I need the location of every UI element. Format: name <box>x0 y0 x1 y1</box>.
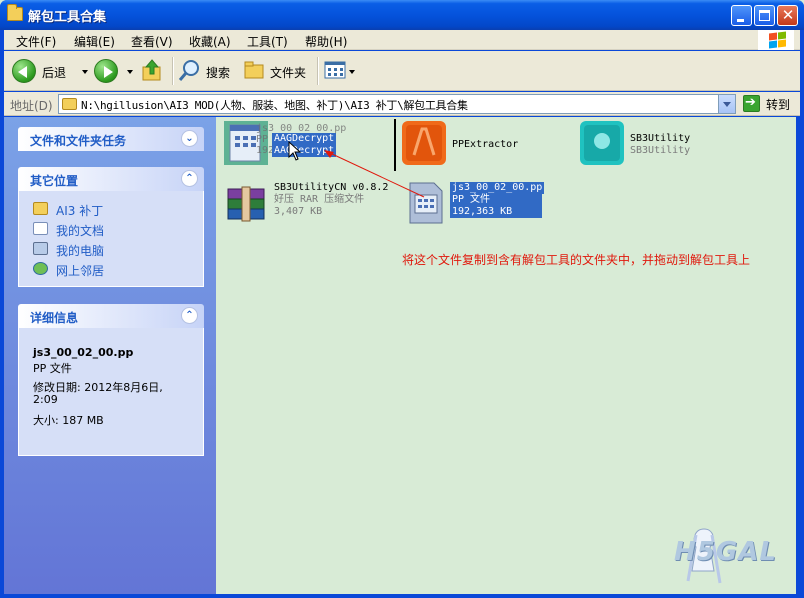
window-title: 解包工具合集 <box>28 10 107 25</box>
forward-icon[interactable] <box>94 59 118 83</box>
address-dropdown-icon[interactable] <box>718 95 735 113</box>
address-bar: 地址(D) N:\hgillusion\AI3 MOD(人物、服装、地图、补丁)… <box>4 92 800 116</box>
task-pane: 文件和文件夹任务 ⌄ 其它位置 ⌃ AI3 补丁 我的文档 我的电脑 网上邻居 … <box>4 117 216 594</box>
collapse-chevron-icon[interactable]: ⌃ <box>181 307 198 324</box>
file-name[interactable]: SB3Utility <box>630 133 690 145</box>
place-my-documents[interactable]: 我的文档 <box>19 219 203 239</box>
file-desc: SB3Utility <box>630 145 691 156</box>
place-label[interactable]: 我的文档 <box>56 222 104 239</box>
rar-archive-icon <box>227 186 265 222</box>
minimize-button[interactable] <box>731 5 752 26</box>
other-places-panel: 其它位置 ⌃ AI3 补丁 我的文档 我的电脑 网上邻居 <box>18 167 204 287</box>
details-size: 大小: 187 MB <box>33 414 104 427</box>
tasks-panel-header[interactable]: 文件和文件夹任务 ⌄ <box>18 127 204 151</box>
details-time: 2:09 <box>33 393 58 406</box>
folders-icon[interactable] <box>244 61 266 79</box>
address-input[interactable]: N:\hgillusion\AI3 MOD(人物、服装、地图、补丁)\AI3 补… <box>58 94 736 114</box>
collapse-chevron-icon[interactable]: ⌃ <box>181 170 198 187</box>
place-label[interactable]: AI3 补丁 <box>56 202 103 219</box>
place-my-computer[interactable]: 我的电脑 <box>19 239 203 259</box>
place-label[interactable]: 网上邻居 <box>56 262 104 279</box>
address-path[interactable]: N:\hgillusion\AI3 MOD(人物、服装、地图、补丁)\AI3 补… <box>81 97 468 113</box>
instruction-note: 将这个文件复制到含有解包工具的文件夹中，并拖动到解包工具上 <box>402 253 751 267</box>
menu-edit[interactable]: 编辑(E) <box>74 33 115 50</box>
search-icon[interactable] <box>178 58 202 82</box>
other-places-body: AI3 补丁 我的文档 我的电脑 网上邻居 <box>18 191 204 287</box>
my-computer-icon <box>33 242 48 255</box>
file-view[interactable]: js3_00_02_00.pp PP 文件 192,363 KB AAGDecr… <box>216 117 796 594</box>
other-places-header[interactable]: 其它位置 ⌃ <box>18 167 204 191</box>
place-network[interactable]: 网上邻居 <box>19 259 203 279</box>
search-button-label[interactable]: 搜索 <box>206 64 230 81</box>
back-icon[interactable] <box>12 59 36 83</box>
go-arrow-icon[interactable] <box>743 95 760 112</box>
details-title: 详细信息 <box>30 311 79 325</box>
forward-dropdown-icon[interactable] <box>127 70 133 74</box>
menu-bar: 文件(F) 编辑(E) 查看(V) 收藏(A) 工具(T) 帮助(H) <box>4 30 800 50</box>
title-bar[interactable]: 解包工具合集 ✕ <box>0 0 804 30</box>
menu-view[interactable]: 查看(V) <box>131 33 173 50</box>
folder-icon <box>33 202 48 215</box>
sb3utility-icon <box>580 121 624 165</box>
toolbar: 后退 搜索 文件夹 <box>4 51 800 91</box>
window-border-bottom <box>0 594 804 598</box>
details-body: js3_00_02_00.pp PP 文件 修改日期: 2012年8月6日, 2… <box>18 328 204 456</box>
views-icon[interactable] <box>324 61 346 79</box>
cursor-icon <box>288 141 302 161</box>
go-button-label[interactable]: 转到 <box>766 96 790 113</box>
menu-file[interactable]: 文件(F) <box>16 33 56 50</box>
file-type: PP 文件 <box>450 194 542 206</box>
close-button[interactable]: ✕ <box>777 5 798 26</box>
details-panel: 详细信息 ⌃ js3_00_02_00.pp PP 文件 修改日期: 2012年… <box>18 304 204 456</box>
back-button-label[interactable]: 后退 <box>42 64 66 81</box>
file-name[interactable]: PPExtractor <box>452 139 518 151</box>
details-file-type: PP 文件 <box>33 362 72 375</box>
windows-logo-icon <box>758 30 794 50</box>
drag-arrow-icon <box>324 150 425 198</box>
tasks-panel: 文件和文件夹任务 ⌄ <box>18 127 204 151</box>
folder-icon <box>7 4 23 21</box>
menu-tools[interactable]: 工具(T) <box>247 33 288 50</box>
details-header[interactable]: 详细信息 ⌃ <box>18 304 204 328</box>
place-ai3-patch[interactable]: AI3 补丁 <box>19 199 203 219</box>
address-label: 地址(D) <box>10 99 53 113</box>
other-places-title: 其它位置 <box>30 174 79 188</box>
maximize-button[interactable] <box>754 5 775 26</box>
file-size: 3,407 KB <box>274 206 323 217</box>
views-dropdown-icon[interactable] <box>349 70 355 74</box>
menu-help[interactable]: 帮助(H) <box>305 33 347 50</box>
expand-chevron-icon[interactable]: ⌄ <box>181 130 198 147</box>
file-name[interactable]: js3_00_02_00.pp <box>450 182 545 194</box>
file-name[interactable]: AAGDecrypt <box>272 133 337 145</box>
folder-icon <box>62 98 77 110</box>
my-documents-icon <box>33 222 48 235</box>
file-size: 192,363 KB <box>450 206 542 218</box>
tasks-panel-title: 文件和文件夹任务 <box>30 134 127 148</box>
details-file-name: js3_00_02_00.pp <box>33 346 134 359</box>
close-icon: ✕ <box>781 6 795 24</box>
site-watermark: H5GAL <box>674 537 777 567</box>
minimize-icon <box>737 19 744 22</box>
network-icon <box>33 262 48 275</box>
back-dropdown-icon[interactable] <box>82 70 88 74</box>
folders-button-label[interactable]: 文件夹 <box>270 64 306 81</box>
up-folder-icon[interactable] <box>142 58 162 82</box>
menu-favorites[interactable]: 收藏(A) <box>189 33 231 50</box>
maximize-icon <box>759 10 770 21</box>
place-label[interactable]: 我的电脑 <box>56 242 104 259</box>
file-item-sb3utility[interactable]: SB3Utility SB3Utility <box>578 117 748 173</box>
